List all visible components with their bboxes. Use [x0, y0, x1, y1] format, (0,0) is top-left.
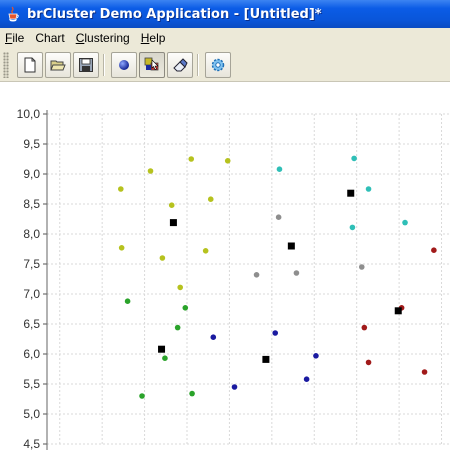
- y-tick-label: 5,0: [23, 407, 40, 421]
- y-tick-label: 5,5: [23, 377, 40, 391]
- data-point[interactable]: [159, 255, 166, 261]
- y-tick-label: 6,0: [23, 347, 40, 361]
- run-clustering-button[interactable]: [205, 52, 231, 78]
- menu-file[interactable]: File: [0, 31, 30, 45]
- select-points-icon: [144, 57, 159, 71]
- data-point[interactable]: [358, 264, 365, 270]
- data-point[interactable]: [365, 359, 372, 366]
- chart-canvas: 10,0 9,5 9,0 8,5 8,0 7,5 7,0 6,5 6,0 5,5 5,0 4,5: [17, 107, 450, 450]
- menu-bar: File Chart Clustering Help: [0, 28, 450, 47]
- centroid-marker[interactable]: [287, 242, 295, 250]
- data-point[interactable]: [124, 298, 131, 304]
- data-point[interactable]: [162, 355, 168, 362]
- data-point[interactable]: [402, 219, 408, 226]
- select-points-button[interactable]: [139, 52, 165, 78]
- centroid-marker[interactable]: [262, 355, 270, 363]
- y-tick-label: 4,5: [23, 437, 40, 450]
- data-point[interactable]: [361, 324, 368, 331]
- cluster-gear-icon: [211, 58, 225, 72]
- data-point[interactable]: [182, 305, 189, 311]
- centroid-marker[interactable]: [394, 307, 402, 315]
- centroid-marker[interactable]: [347, 189, 355, 197]
- y-tick-label: 7,0: [23, 287, 40, 301]
- data-point[interactable]: [303, 376, 310, 383]
- scatter-chart[interactable]: 10,0 9,5 9,0 8,5 8,0 7,5 7,0 6,5 6,0 5,5 5,0 4,5: [0, 82, 450, 450]
- data-point[interactable]: [421, 369, 428, 375]
- data-point[interactable]: [118, 186, 124, 192]
- data-point[interactable]: [272, 330, 279, 336]
- data-point[interactable]: [189, 390, 195, 397]
- java-coffee-cup-icon: [4, 5, 22, 23]
- data-point[interactable]: [253, 272, 260, 278]
- y-tick-label: 6,5: [23, 317, 40, 331]
- window-title: brCluster Demo Application - [Untitled]*: [27, 6, 322, 22]
- y-tick-label: 8,5: [23, 197, 40, 211]
- data-point[interactable]: [210, 334, 217, 340]
- open-folder-icon: [50, 60, 66, 71]
- data-point[interactable]: [351, 155, 357, 162]
- save-button[interactable]: [73, 52, 99, 78]
- menu-help[interactable]: Help: [136, 31, 172, 45]
- data-point[interactable]: [231, 384, 238, 390]
- new-document-icon: [24, 57, 36, 73]
- data-point[interactable]: [431, 247, 437, 253]
- data-point[interactable]: [147, 168, 154, 174]
- add-point-icon: [119, 60, 129, 70]
- data-point[interactable]: [202, 248, 209, 254]
- data-point[interactable]: [313, 353, 319, 359]
- menu-clustering[interactable]: Clustering: [71, 31, 136, 45]
- window-titlebar: brCluster Demo Application - [Untitled]*: [0, 0, 450, 28]
- new-document-button[interactable]: [17, 52, 43, 78]
- data-point[interactable]: [177, 284, 184, 291]
- open-button[interactable]: [45, 52, 71, 78]
- data-point[interactable]: [293, 270, 300, 276]
- y-tick-label: 9,5: [23, 137, 40, 151]
- data-point[interactable]: [139, 393, 145, 399]
- y-tick-label: 8,0: [23, 227, 40, 241]
- data-point[interactable]: [207, 196, 214, 202]
- data-point[interactable]: [349, 224, 356, 231]
- data-point[interactable]: [224, 158, 231, 164]
- data-point[interactable]: [365, 186, 372, 192]
- centroid-marker[interactable]: [158, 345, 166, 353]
- data-point[interactable]: [275, 214, 282, 220]
- y-tick-label: 9,0: [23, 167, 40, 181]
- toolbar-separator: [103, 54, 105, 76]
- save-disk-icon: [79, 58, 93, 72]
- y-tick-label: 7,5: [23, 257, 40, 271]
- eraser-icon: [173, 58, 188, 72]
- add-point-button[interactable]: [111, 52, 137, 78]
- data-point[interactable]: [188, 156, 195, 162]
- y-tick-label: 10,0: [17, 107, 41, 121]
- toolbar: [0, 47, 450, 82]
- data-point[interactable]: [118, 245, 125, 251]
- eraser-button[interactable]: [167, 52, 193, 78]
- data-point[interactable]: [174, 324, 181, 331]
- data-point[interactable]: [168, 202, 175, 208]
- menu-chart[interactable]: Chart: [30, 31, 70, 45]
- data-point[interactable]: [276, 166, 283, 172]
- toolbar-grip[interactable]: [3, 52, 9, 78]
- toolbar-separator: [197, 54, 199, 76]
- centroid-marker[interactable]: [169, 219, 177, 227]
